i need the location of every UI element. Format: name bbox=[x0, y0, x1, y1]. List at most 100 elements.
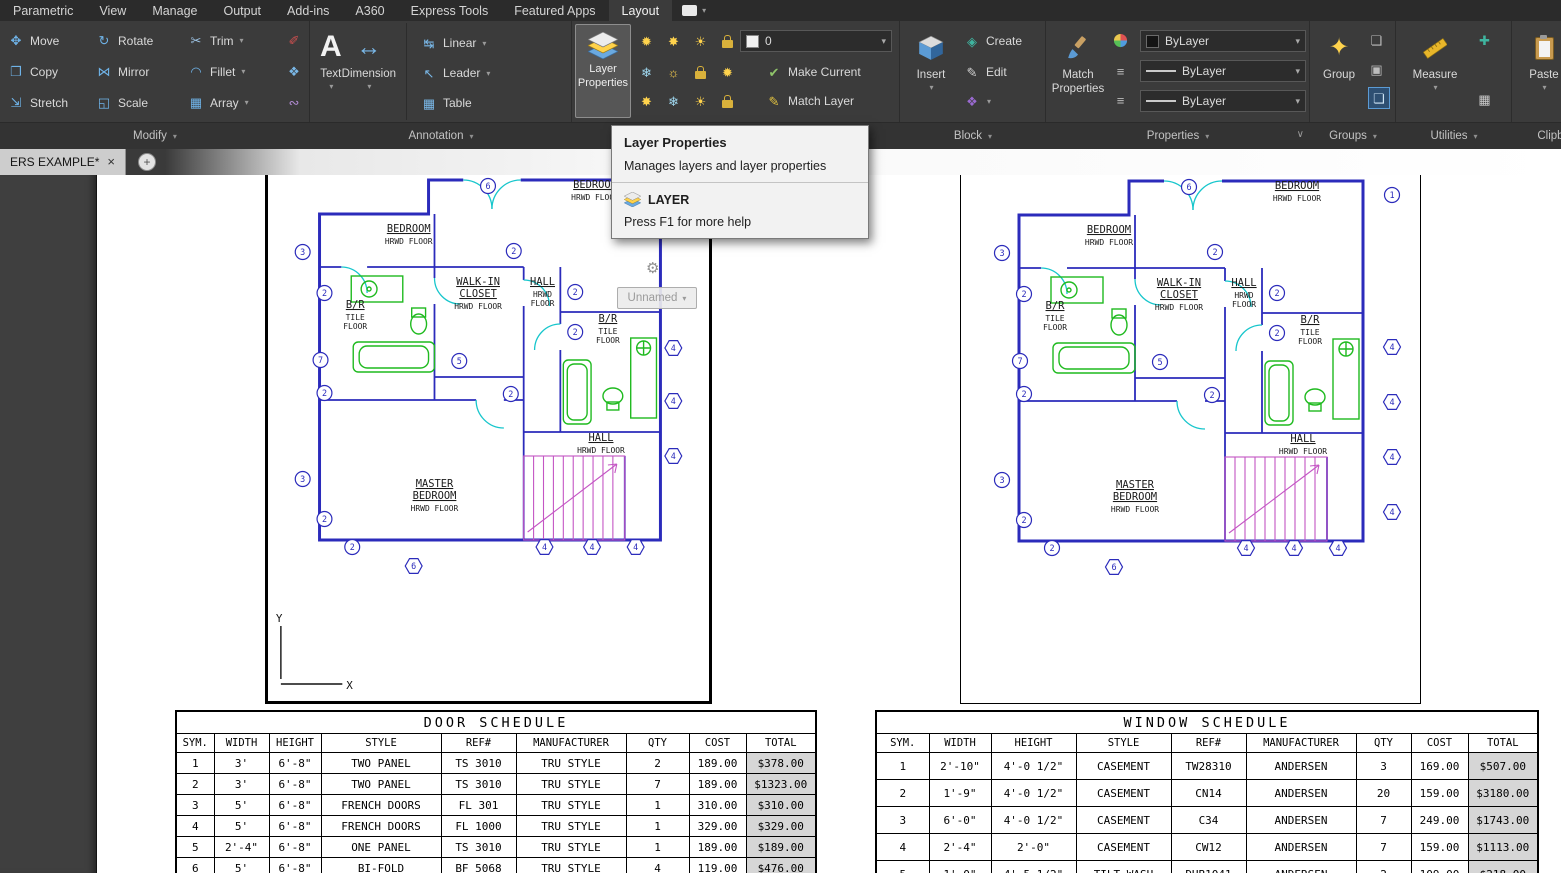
layer-freeze-icon[interactable]: ☀ bbox=[692, 33, 709, 50]
viewport-frame-right[interactable]: BEDROOMHRWD FLOORBEDROOMHRWD FLOORWALK-I… bbox=[960, 175, 1421, 704]
drawing-area[interactable]: Y X BEDROOMHRWD FLOORBEDROOMHRWD FLOORWA… bbox=[0, 175, 1561, 873]
layer-thaw-icon[interactable]: ❄ bbox=[638, 64, 655, 81]
schedule-cell: 119.00 bbox=[689, 858, 746, 873]
plan-text: 7 bbox=[1017, 357, 1022, 367]
layer-unlock-icon[interactable] bbox=[692, 64, 709, 81]
chevron-down-icon: ▾ bbox=[1474, 132, 1478, 141]
chevron-down-icon: ▾ bbox=[1295, 66, 1300, 77]
linetype-list-icon[interactable]: ≡ bbox=[1112, 92, 1129, 109]
erase-button[interactable]: ✐ bbox=[282, 28, 308, 54]
table-button[interactable]: ▦Table bbox=[417, 90, 493, 116]
edit-block-button[interactable]: ✎ Edit bbox=[960, 59, 1010, 85]
menu-item-a360[interactable]: A360 bbox=[342, 0, 397, 21]
explode-button[interactable]: ❖ bbox=[282, 59, 308, 85]
floor-plan-left[interactable]: Y X BEDROOMHRWD FLOORBEDROOMHRWD FLOORWA… bbox=[268, 175, 709, 701]
menu-item-featured-apps[interactable]: Featured Apps bbox=[501, 0, 608, 21]
layer-sun-icon[interactable]: ☀ bbox=[692, 93, 709, 110]
layer-walk-icon[interactable]: ✹ bbox=[719, 64, 736, 81]
floor-plan-right[interactable]: BEDROOMHRWD FLOORBEDROOMHRWD FLOORWALK-I… bbox=[967, 175, 1412, 702]
trim-icon: ✂ bbox=[187, 34, 205, 47]
panel-label-clipboard[interactable]: Clipboard▾ bbox=[1512, 123, 1561, 149]
linetype-dropdown[interactable]: ByLayer ▾ bbox=[1140, 90, 1306, 112]
lock-icon bbox=[722, 40, 733, 48]
menu-item-express-tools[interactable]: Express Tools bbox=[398, 0, 502, 21]
menu-item-layout[interactable]: Layout bbox=[609, 0, 673, 21]
group-bounding-box-toggle[interactable]: ❏ bbox=[1368, 87, 1390, 109]
text-button[interactable]: A Text ▾ bbox=[320, 23, 342, 120]
menu-item-parametric[interactable]: Parametric bbox=[0, 0, 86, 21]
panel-label-groups[interactable]: Groups▾ bbox=[1310, 123, 1396, 149]
ribbon-options-button[interactable]: ▾ bbox=[672, 0, 716, 21]
plan-text: 7 bbox=[318, 355, 323, 365]
new-tab-button[interactable]: + bbox=[138, 153, 156, 171]
scale-button[interactable]: ◱Scale bbox=[92, 90, 184, 116]
group-edit-icon[interactable]: ▣ bbox=[1368, 61, 1385, 78]
match-properties-button[interactable]: Match Properties bbox=[1049, 24, 1107, 97]
panel-label-block[interactable]: Block▾ bbox=[900, 123, 1046, 149]
panel-label-annotation[interactable]: Annotation▾ bbox=[310, 123, 572, 149]
layer-lock2-icon[interactable] bbox=[719, 93, 736, 110]
menu-item-manage[interactable]: Manage bbox=[139, 0, 210, 21]
linear-button[interactable]: ↹Linear▾ bbox=[417, 30, 493, 56]
make-current-button[interactable]: ✔ Make Current bbox=[762, 59, 864, 85]
trim-button[interactable]: ✂Trim▾ bbox=[184, 28, 282, 54]
viewport-gear-icon[interactable]: ⚙ bbox=[646, 259, 659, 277]
array-button[interactable]: ▦Array▾ bbox=[184, 90, 282, 116]
layer-on-icon[interactable]: ☼ bbox=[665, 64, 682, 81]
viewport-frame-left[interactable]: Y X BEDROOMHRWD FLOORBEDROOMHRWD FLOORWA… bbox=[265, 175, 712, 704]
match-layer-button[interactable]: ✎ Match Layer bbox=[762, 88, 857, 114]
rotate-button[interactable]: ↻Rotate bbox=[92, 28, 184, 54]
layer-off-icon[interactable]: ✹ bbox=[638, 33, 655, 50]
schedule-cell: FL 1000 bbox=[441, 816, 516, 837]
move-icon: ✥ bbox=[7, 34, 25, 47]
door-schedule-table[interactable]: DOOR SCHEDULESYM.WIDTHHEIGHTSTYLEREF#MAN… bbox=[175, 710, 817, 873]
menu-item-add-ins[interactable]: Add-ins bbox=[274, 0, 342, 21]
layer-unisolate-icon[interactable]: ✸ bbox=[638, 93, 655, 110]
leader-button[interactable]: ↖Leader▾ bbox=[417, 60, 493, 86]
copy-button[interactable]: ❐Copy bbox=[4, 59, 92, 85]
lineweight-dropdown[interactable]: ByLayer ▾ bbox=[1140, 60, 1306, 82]
paste-button[interactable]: Paste ▾ bbox=[1522, 24, 1561, 92]
lineweight-list-icon[interactable]: ≡ bbox=[1112, 63, 1129, 80]
file-tab[interactable]: ERS EXAMPLE* × bbox=[0, 148, 126, 175]
close-icon[interactable]: × bbox=[107, 154, 115, 169]
menu-item-output[interactable]: Output bbox=[211, 0, 275, 21]
quick-calculator-icon[interactable]: ▦ bbox=[1476, 91, 1493, 108]
object-color-dropdown[interactable]: ByLayer ▾ bbox=[1140, 30, 1306, 52]
stretch-button[interactable]: ⇲Stretch bbox=[4, 90, 92, 116]
chevron-down-icon: ▾ bbox=[881, 36, 886, 47]
insert-button[interactable]: Insert ▾ bbox=[906, 24, 956, 92]
schedule-cell: 2'-10" bbox=[929, 753, 991, 780]
viewport-control-dropdown[interactable]: Unnamed ▾ bbox=[617, 287, 697, 309]
window-schedule-table[interactable]: WINDOW SCHEDULESYM.WIDTHHEIGHTSTYLEREF#M… bbox=[875, 710, 1539, 873]
schedule-header-row: SYM.WIDTHHEIGHTSTYLEREF#MANUFACTURERQTYC… bbox=[176, 734, 816, 753]
block-more-button[interactable]: ❖ ▾ bbox=[960, 88, 994, 114]
move-button[interactable]: ✥Move bbox=[4, 28, 92, 54]
layer-lock-icon[interactable] bbox=[719, 33, 736, 50]
dimension-button[interactable]: ↔ Dimension ▾ bbox=[342, 23, 396, 120]
layer-properties-button[interactable]: Layer Properties bbox=[575, 24, 631, 118]
plan-text: HRWD FLOOR bbox=[577, 446, 625, 455]
schedule-cell: TS 3010 bbox=[441, 753, 516, 774]
schedule-cell: $3180.00 bbox=[1468, 780, 1538, 807]
mirror-button[interactable]: ⋈Mirror bbox=[92, 59, 184, 85]
array-label: Array bbox=[210, 96, 239, 110]
dialog-launcher-icon[interactable]: ∨ bbox=[1297, 129, 1304, 140]
layer-isolate-icon[interactable]: ✸ bbox=[665, 33, 682, 50]
group-button[interactable]: ✦ Group bbox=[1314, 24, 1364, 83]
schedule-cell: FL 301 bbox=[441, 795, 516, 816]
menu-item-view[interactable]: View bbox=[86, 0, 139, 21]
panel-label-properties[interactable]: Properties▾∨ bbox=[1046, 123, 1310, 149]
layer-freeze2-icon[interactable]: ❄ bbox=[665, 93, 682, 110]
create-block-button[interactable]: ◈ Create bbox=[960, 28, 1025, 54]
panel-label-modify[interactable]: Modify▾ bbox=[0, 123, 310, 149]
measure-button[interactable]: Measure ▾ bbox=[1406, 24, 1464, 92]
ungroup-icon[interactable]: ❏ bbox=[1368, 32, 1385, 49]
color-wheel-icon[interactable] bbox=[1112, 32, 1129, 49]
panel-label-utilities[interactable]: Utilities▾ bbox=[1396, 123, 1512, 149]
id-point-icon[interactable]: ✚ bbox=[1476, 32, 1493, 49]
fillet-button[interactable]: ◠Fillet▾ bbox=[184, 59, 282, 85]
layer-dropdown[interactable]: 0 ▾ bbox=[740, 30, 892, 52]
offset-button[interactable]: ∾ bbox=[282, 90, 308, 116]
plan-text: TILE bbox=[1045, 314, 1064, 323]
